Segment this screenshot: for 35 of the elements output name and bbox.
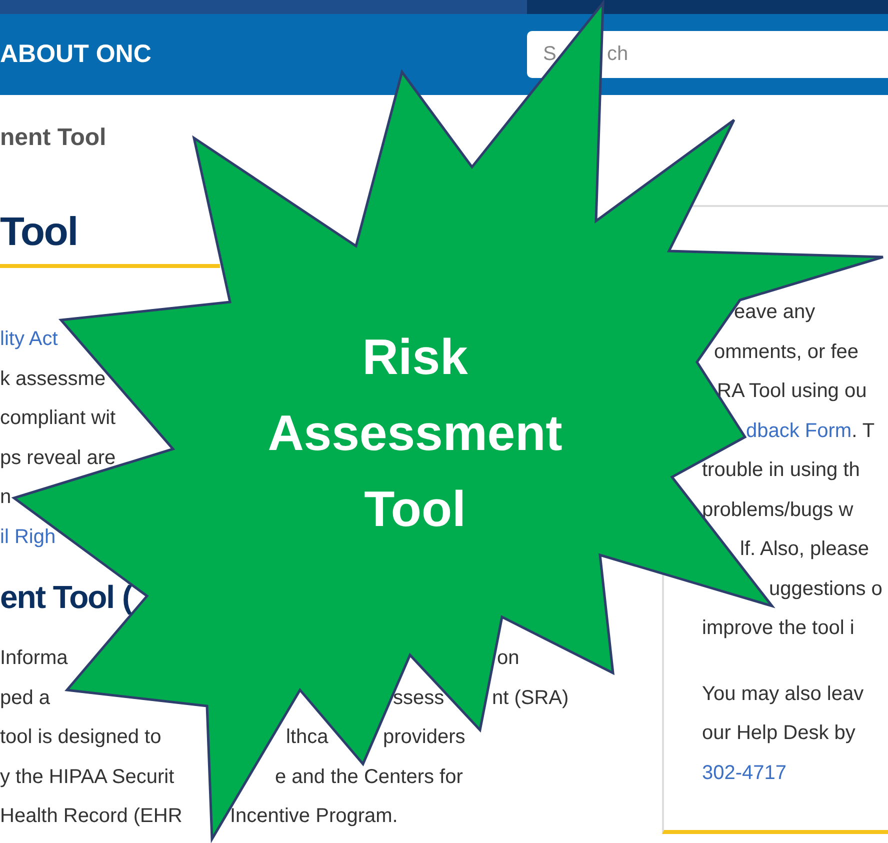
paragraph-text: trouble in using th	[702, 459, 860, 482]
paragraph-text: ps reveal are	[0, 446, 116, 469]
paragraph-text: compliant wit	[0, 407, 116, 430]
paragraph-text: RA Tool using ou	[717, 380, 867, 402]
paragraph-text: k assessme	[0, 368, 106, 390]
paragraph-text: our Help Desk by	[702, 722, 856, 744]
breadcrumb: nent Tool	[0, 123, 106, 153]
paragraph-text: providers	[383, 726, 466, 748]
paragraph-text: e and the Centers for	[275, 766, 463, 788]
text-link[interactable]: lity Act	[0, 328, 58, 350]
paragraph-text: lthca	[286, 726, 328, 748]
section-heading: ent Tool (	[0, 578, 132, 617]
paragraph-text: Incentive Program.	[230, 805, 398, 828]
paragraph-text: Informa	[0, 647, 68, 670]
paragraph-text: Health Record (EHR	[0, 805, 182, 828]
paragraph-text: You may also leav	[702, 682, 864, 705]
text-link[interactable]: il Righ	[0, 526, 56, 548]
paragraph-text: y the HIPAA Securit	[0, 766, 174, 788]
paragraph-text: lf. Also, please	[740, 538, 869, 560]
paragraph-text: improve the tool i	[702, 617, 854, 640]
paragraph-text: tool is designed to	[0, 726, 162, 748]
paragraph-text: ssess	[393, 686, 444, 709]
paragraph-text: nt (SRA)	[492, 686, 569, 709]
text-link[interactable]: dback Form	[746, 420, 852, 442]
paragraph-text: eave any	[734, 301, 816, 324]
nav-link[interactable]: ABOUT ONC	[0, 40, 152, 69]
paragraph-text: ped a	[0, 686, 50, 709]
text-link[interactable]: 302-4717	[702, 762, 787, 784]
paragraph-text: uggestions o	[769, 578, 882, 600]
starburst-title: Risk Assessment Tool	[266, 328, 564, 539]
paragraph-text: . T	[852, 420, 875, 442]
paragraph-text: on	[497, 647, 520, 670]
paragraph-text: problems/bugs w	[702, 498, 854, 521]
paragraph-text: omments, or fee	[714, 340, 859, 363]
paragraph-text: n	[0, 486, 12, 508]
